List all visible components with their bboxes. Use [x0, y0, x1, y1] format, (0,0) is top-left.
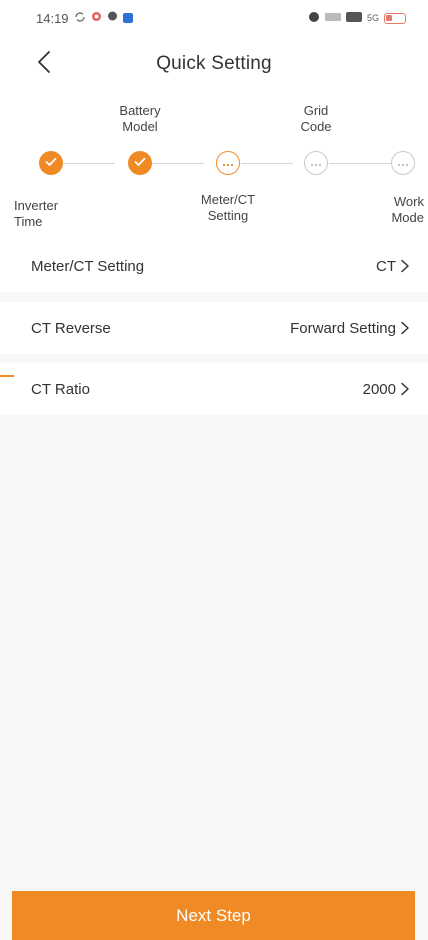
next-step-button[interactable]: Next Step: [12, 891, 415, 940]
row-value: 2000: [363, 381, 410, 398]
status-time: 14:19: [36, 10, 69, 26]
step-4-dot: [304, 151, 328, 175]
status-right: 5G: [308, 11, 406, 26]
app-header: Quick Setting: [0, 36, 428, 92]
check-icon: [45, 154, 57, 172]
alarm-icon: [308, 11, 320, 26]
back-button[interactable]: [30, 50, 58, 78]
hd-icon: [345, 11, 362, 25]
status-left: 14:19: [36, 11, 133, 26]
page-title: Quick Setting: [156, 53, 272, 74]
sync-icon: [74, 11, 86, 26]
app-icon: [91, 11, 102, 25]
row-value-text: Forward Setting: [290, 319, 396, 337]
edge-marker: [0, 375, 14, 377]
step-1-dot: [39, 151, 63, 175]
chevron-right-icon: [400, 321, 410, 335]
battery-icon: [384, 12, 406, 24]
status-bar: 14:19 5G: [0, 0, 428, 36]
step-4-label: Grid Code: [300, 103, 332, 134]
step-connector: [63, 163, 115, 164]
step-3-dot: [216, 151, 240, 175]
check-icon: [134, 154, 146, 172]
step-connector: [152, 163, 204, 164]
row-label: Meter/CT Setting: [31, 257, 145, 275]
step-5-dot: [391, 151, 415, 175]
step-2-dot: [128, 151, 152, 175]
step-1-label: Inverter Time: [14, 198, 59, 229]
step-2-label: Battery Model: [119, 103, 161, 134]
ct-reverse-row[interactable]: CT Reverse Forward Setting: [0, 302, 428, 354]
ct-ratio-row[interactable]: CT Ratio 2000: [0, 363, 428, 415]
step-connector: [329, 163, 391, 164]
step-5-label: Work Mode: [391, 194, 424, 225]
ellipsis-icon: [310, 154, 322, 172]
row-label: CT Reverse: [31, 319, 111, 337]
chat-icon: [107, 11, 118, 25]
notification-icon: [122, 13, 133, 23]
speed-icon: [324, 12, 341, 25]
row-label: CT Ratio: [31, 380, 90, 398]
row-value: Forward Setting: [290, 320, 410, 337]
chevron-right-icon: [400, 382, 410, 396]
row-value: CT: [376, 258, 410, 275]
ellipsis-icon: [222, 154, 234, 172]
chevron-right-icon: [400, 259, 410, 273]
row-value-text: CT: [376, 257, 396, 275]
ellipsis-icon: [397, 154, 409, 172]
setup-stepper: Inverter Time Battery Model Meter/CT Set…: [0, 92, 428, 240]
chevron-left-icon: [37, 50, 51, 79]
step-3-label: Meter/CT Setting: [200, 192, 256, 223]
meter-ct-setting-row[interactable]: Meter/CT Setting CT: [0, 240, 428, 292]
step-connector: [241, 163, 293, 164]
signal-icon: 5G: [366, 12, 379, 23]
row-value-text: 2000: [362, 380, 396, 398]
